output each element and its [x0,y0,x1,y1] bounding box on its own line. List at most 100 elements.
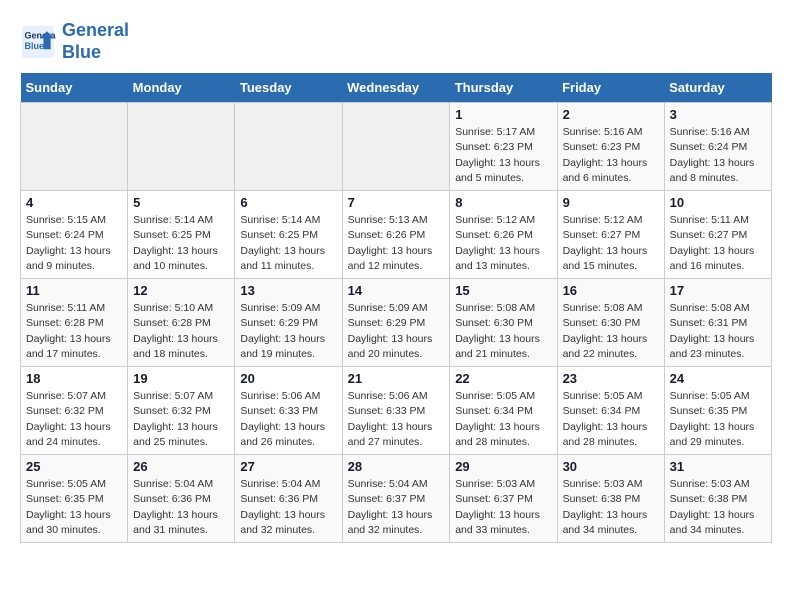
day-info: Sunrise: 5:04 AM Sunset: 6:36 PM Dayligh… [133,477,229,538]
day-info: Sunrise: 5:07 AM Sunset: 6:32 PM Dayligh… [133,389,229,450]
calendar-cell: 20 Sunrise: 5:06 AM Sunset: 6:33 PM Dayli… [235,367,342,455]
day-number: 31 [670,459,766,474]
day-number: 3 [670,107,766,122]
calendar-cell: 17Sunrise: 5:08 AM Sunset: 6:31 PM Dayli… [664,279,771,367]
day-info: Sunrise: 5:04 AM Sunset: 6:37 PM Dayligh… [348,477,445,538]
day-number: 24 [670,371,766,386]
day-info: Sunrise: 5:05 AM Sunset: 6:34 PM Dayligh… [563,389,659,450]
day-info: Sunrise: 5:15 AM Sunset: 6:24 PM Dayligh… [26,213,122,274]
calendar-cell: 12 Sunrise: 5:10 AM Sunset: 6:28 PM Dayli… [128,279,235,367]
header-tuesday: Tuesday [235,73,342,103]
day-info: Sunrise: 5:16 AM Sunset: 6:23 PM Dayligh… [563,125,659,186]
day-number: 16 [563,283,659,298]
calendar-cell: 26 Sunrise: 5:04 AM Sunset: 6:36 PM Dayli… [128,455,235,543]
day-number: 11 [26,283,122,298]
calendar-cell [342,103,450,191]
calendar-cell: 4Sunrise: 5:15 AM Sunset: 6:24 PM Daylig… [21,191,128,279]
calendar-cell [128,103,235,191]
day-info: Sunrise: 5:08 AM Sunset: 6:30 PM Dayligh… [563,301,659,362]
day-info: Sunrise: 5:06 AM Sunset: 6:33 PM Dayligh… [348,389,445,450]
day-number: 23 [563,371,659,386]
calendar-week-row: 18 Sunrise: 5:07 AM Sunset: 6:32 PM Dayli… [21,367,772,455]
svg-text:General: General [25,30,57,40]
header-thursday: Thursday [450,73,557,103]
day-info: Sunrise: 5:14 AM Sunset: 6:25 PM Dayligh… [133,213,229,274]
day-number: 25 [26,459,122,474]
calendar-cell: 10 Sunrise: 5:11 AM Sunset: 6:27 PM Dayli… [664,191,771,279]
day-info: Sunrise: 5:13 AM Sunset: 6:26 PM Dayligh… [348,213,445,274]
calendar-cell: 21 Sunrise: 5:06 AM Sunset: 6:33 PM Dayli… [342,367,450,455]
day-info: Sunrise: 5:06 AM Sunset: 6:33 PM Dayligh… [240,389,336,450]
header-sunday: Sunday [21,73,128,103]
day-info: Sunrise: 5:09 AM Sunset: 6:29 PM Dayligh… [348,301,445,362]
svg-text:Blue: Blue [25,41,45,51]
calendar-week-row: 25 Sunrise: 5:05 AM Sunset: 6:35 PM Dayli… [21,455,772,543]
calendar-cell: 19 Sunrise: 5:07 AM Sunset: 6:32 PM Dayli… [128,367,235,455]
calendar-cell: 2 Sunrise: 5:16 AM Sunset: 6:23 PM Daylig… [557,103,664,191]
day-info: Sunrise: 5:05 AM Sunset: 6:35 PM Dayligh… [670,389,766,450]
calendar-cell: 13Sunrise: 5:09 AM Sunset: 6:29 PM Dayli… [235,279,342,367]
calendar-header-row: SundayMondayTuesdayWednesdayThursdayFrid… [21,73,772,103]
day-number: 6 [240,195,336,210]
logo-text: General Blue [62,20,129,63]
day-number: 21 [348,371,445,386]
day-number: 12 [133,283,229,298]
calendar-cell: 11Sunrise: 5:11 AM Sunset: 6:28 PM Dayli… [21,279,128,367]
day-number: 7 [348,195,445,210]
day-number: 10 [670,195,766,210]
header-friday: Friday [557,73,664,103]
day-number: 27 [240,459,336,474]
day-info: Sunrise: 5:03 AM Sunset: 6:37 PM Dayligh… [455,477,551,538]
calendar-cell: 18 Sunrise: 5:07 AM Sunset: 6:32 PM Dayli… [21,367,128,455]
day-info: Sunrise: 5:12 AM Sunset: 6:27 PM Dayligh… [563,213,659,274]
calendar-cell: 5Sunrise: 5:14 AM Sunset: 6:25 PM Daylig… [128,191,235,279]
calendar-cell [235,103,342,191]
day-number: 1 [455,107,551,122]
day-number: 26 [133,459,229,474]
day-info: Sunrise: 5:12 AM Sunset: 6:26 PM Dayligh… [455,213,551,274]
day-number: 19 [133,371,229,386]
logo-icon: General Blue [20,24,56,60]
calendar-cell: 23 Sunrise: 5:05 AM Sunset: 6:34 PM Dayli… [557,367,664,455]
calendar-cell: 28 Sunrise: 5:04 AM Sunset: 6:37 PM Dayli… [342,455,450,543]
day-number: 29 [455,459,551,474]
page-header: General Blue General Blue [20,20,772,63]
calendar-cell: 25 Sunrise: 5:05 AM Sunset: 6:35 PM Dayli… [21,455,128,543]
day-number: 9 [563,195,659,210]
calendar-cell [21,103,128,191]
calendar-cell: 24 Sunrise: 5:05 AM Sunset: 6:35 PM Dayli… [664,367,771,455]
day-number: 14 [348,283,445,298]
calendar-cell: 6 Sunrise: 5:14 AM Sunset: 6:25 PM Daylig… [235,191,342,279]
header-saturday: Saturday [664,73,771,103]
day-number: 20 [240,371,336,386]
day-number: 18 [26,371,122,386]
day-info: Sunrise: 5:05 AM Sunset: 6:35 PM Dayligh… [26,477,122,538]
day-info: Sunrise: 5:04 AM Sunset: 6:36 PM Dayligh… [240,477,336,538]
day-info: Sunrise: 5:07 AM Sunset: 6:32 PM Dayligh… [26,389,122,450]
calendar-cell: 29 Sunrise: 5:03 AM Sunset: 6:37 PM Dayli… [450,455,557,543]
day-number: 15 [455,283,551,298]
calendar-cell: 8Sunrise: 5:12 AM Sunset: 6:26 PM Daylig… [450,191,557,279]
day-info: Sunrise: 5:11 AM Sunset: 6:27 PM Dayligh… [670,213,766,274]
logo: General Blue General Blue [20,20,129,63]
calendar-table: SundayMondayTuesdayWednesdayThursdayFrid… [20,73,772,543]
calendar-week-row: 1Sunrise: 5:17 AM Sunset: 6:23 PM Daylig… [21,103,772,191]
calendar-cell: 1Sunrise: 5:17 AM Sunset: 6:23 PM Daylig… [450,103,557,191]
day-number: 30 [563,459,659,474]
calendar-cell: 9 Sunrise: 5:12 AM Sunset: 6:27 PM Daylig… [557,191,664,279]
day-number: 28 [348,459,445,474]
calendar-week-row: 4Sunrise: 5:15 AM Sunset: 6:24 PM Daylig… [21,191,772,279]
day-info: Sunrise: 5:10 AM Sunset: 6:28 PM Dayligh… [133,301,229,362]
day-info: Sunrise: 5:03 AM Sunset: 6:38 PM Dayligh… [563,477,659,538]
day-info: Sunrise: 5:05 AM Sunset: 6:34 PM Dayligh… [455,389,551,450]
header-wednesday: Wednesday [342,73,450,103]
calendar-cell: 7 Sunrise: 5:13 AM Sunset: 6:26 PM Daylig… [342,191,450,279]
day-number: 17 [670,283,766,298]
calendar-cell: 22Sunrise: 5:05 AM Sunset: 6:34 PM Dayli… [450,367,557,455]
day-info: Sunrise: 5:09 AM Sunset: 6:29 PM Dayligh… [240,301,336,362]
day-info: Sunrise: 5:14 AM Sunset: 6:25 PM Dayligh… [240,213,336,274]
day-number: 2 [563,107,659,122]
calendar-cell: 27 Sunrise: 5:04 AM Sunset: 6:36 PM Dayli… [235,455,342,543]
header-monday: Monday [128,73,235,103]
day-info: Sunrise: 5:03 AM Sunset: 6:38 PM Dayligh… [670,477,766,538]
